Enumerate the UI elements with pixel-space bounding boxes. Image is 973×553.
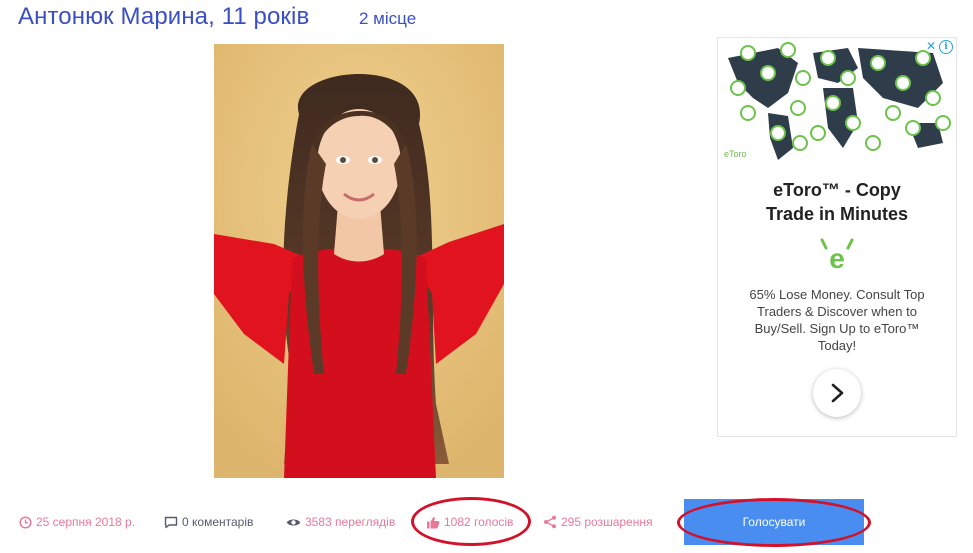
ad-headline[interactable]: eToro™ - Copy Trade in Minutes <box>718 178 956 226</box>
page-title: Антонюк Марина, 11 років <box>18 3 310 30</box>
portrait-illustration <box>214 44 504 478</box>
comments-count: 0 коментарів <box>182 515 254 529</box>
etoro-logo-icon: e <box>816 236 858 274</box>
thumbs-up-icon <box>426 516 440 529</box>
ad-map-logo-text: eToro <box>724 149 747 159</box>
svg-text:e: e <box>829 243 845 272</box>
ad-body-line-3: Buy/Sell. Sign Up to eToro™ <box>754 321 920 336</box>
place-rank: 2 місце <box>359 9 417 28</box>
ad-body-text: 65% Lose Money. Consult Top Traders & Di… <box>740 286 934 354</box>
post-date-text: 25 серпня 2018 р. <box>36 515 136 529</box>
ad-headline-line-2: Trade in Minutes <box>765 204 909 224</box>
views-info: 3583 переглядів <box>286 514 395 530</box>
clock-icon <box>19 515 32 529</box>
contest-entry-page: Антонюк Марина, 11 років 2 місце eToro ✕… <box>0 0 973 553</box>
votes-count: 1082 голосів <box>444 515 514 529</box>
ad-body-line-1: 65% Lose Money. Consult Top <box>749 287 925 302</box>
ad-info-icon[interactable]: i <box>939 40 953 54</box>
ad-next-button[interactable] <box>813 369 861 417</box>
shares-count: 295 розшарення <box>561 515 653 529</box>
comment-icon <box>164 516 178 529</box>
ad-close-icon[interactable]: ✕ <box>925 40 937 52</box>
ad-body-line-2: Traders & Discover when to <box>757 304 917 319</box>
comments-link[interactable]: 0 коментарів <box>164 514 253 530</box>
ad-body-line-4: Today! <box>817 338 857 353</box>
post-date: 25 серпня 2018 р. <box>19 514 135 530</box>
vote-button[interactable]: Голосувати <box>684 499 864 545</box>
votes-info[interactable]: 1082 голосів <box>426 514 513 530</box>
share-icon <box>543 515 557 529</box>
eye-icon <box>286 517 301 528</box>
ad-headline-line-1: eToro™ - Copy <box>773 180 901 200</box>
contestant-photo[interactable] <box>214 44 504 478</box>
views-count: 3583 переглядів <box>305 515 396 529</box>
ad-world-map: eToro <box>718 38 956 164</box>
chevron-right-icon <box>831 383 844 403</box>
shares-link[interactable]: 295 розшарення <box>543 514 652 530</box>
ad-banner[interactable]: eToro ✕ i eToro™ - Copy Trade in Minutes… <box>717 37 957 437</box>
